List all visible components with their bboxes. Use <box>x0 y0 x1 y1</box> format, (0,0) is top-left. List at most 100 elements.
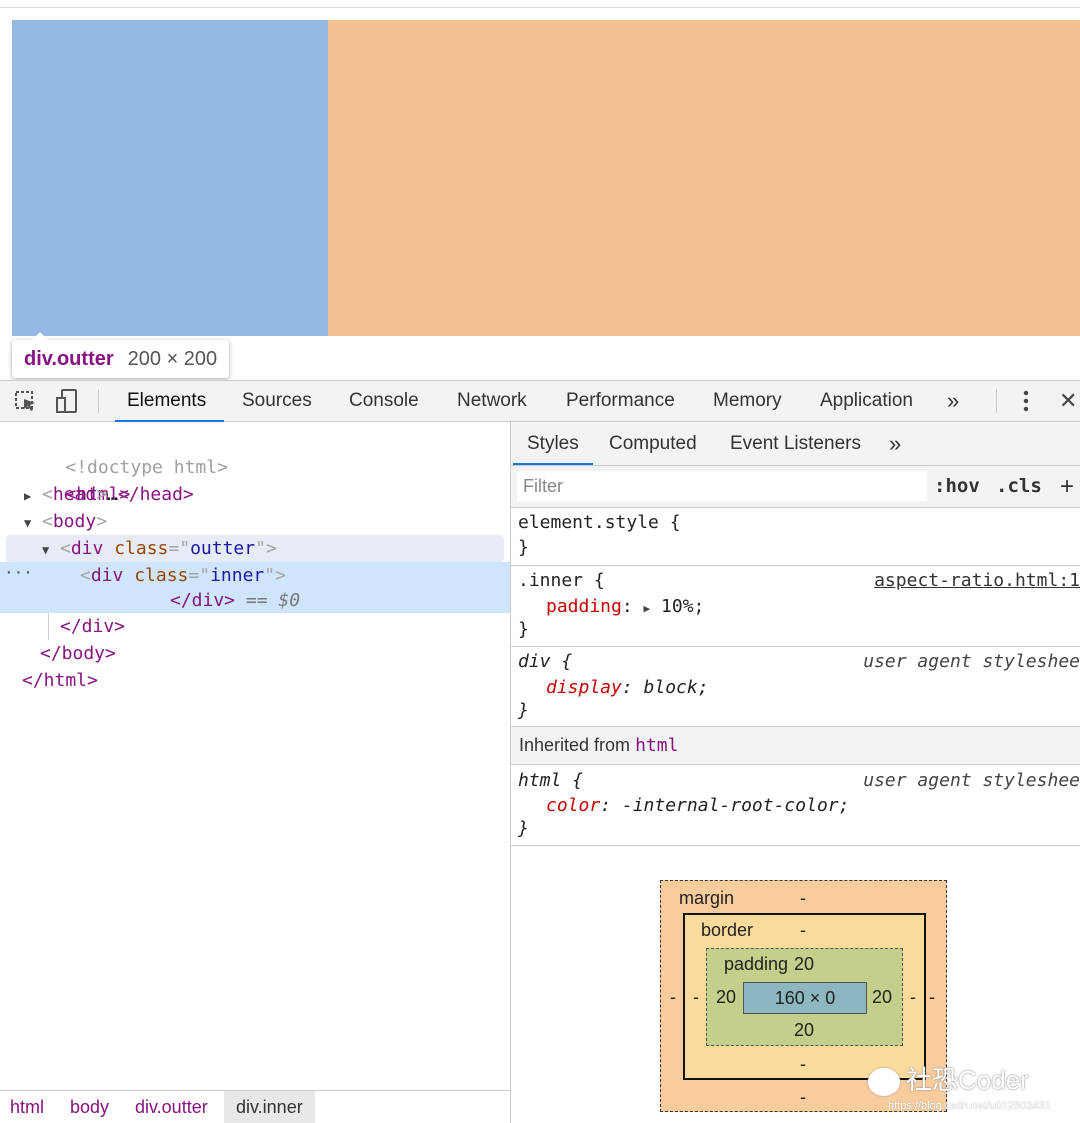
element-tooltip: div.outter 200 × 200 <box>12 332 230 378</box>
tab-sources[interactable]: Sources <box>242 381 312 421</box>
border-right-value[interactable]: - <box>910 987 916 1007</box>
box-model-border[interactable]: border - - - - padding 20 20 20 20 160 ×… <box>683 913 926 1080</box>
tab-event-listeners[interactable]: Event Listeners <box>730 422 861 465</box>
breadcrumb-html[interactable]: html <box>10 1091 44 1123</box>
inner-prop-value[interactable]: 10%; <box>661 596 704 617</box>
tab-network[interactable]: Network <box>457 381 527 421</box>
border-top-value[interactable]: - <box>800 920 806 940</box>
breadcrumb-body[interactable]: body <box>70 1091 109 1123</box>
rule-div-user-agent: div { user agent styleshee display: bloc… <box>511 647 1080 727</box>
inner-prop-name[interactable]: padding <box>546 596 622 617</box>
element-style-close: } <box>518 537 529 558</box>
tab-computed[interactable]: Computed <box>609 422 697 465</box>
dom-node-head[interactable]: ▶ <head>…</head> <box>0 481 534 508</box>
breadcrumb-div-outter[interactable]: div.outter <box>135 1091 208 1123</box>
close-html-tag: </html> <box>22 670 98 691</box>
margin-top-value[interactable]: - <box>800 888 806 908</box>
inner-attr-value: inner <box>210 565 265 586</box>
div-prop-value: block; <box>643 677 709 698</box>
outer-div-padding-highlight <box>328 20 1080 336</box>
watermark: 社恐Coder <box>868 1060 1029 1097</box>
dom-node-close-html[interactable]: </html> <box>0 667 532 694</box>
tooltip-dimensions: 200 × 200 <box>127 347 218 370</box>
tooltip-arrow <box>32 332 48 340</box>
dom-node-div-inner[interactable]: ··· <div class="inner"> </div> == $0 <box>0 562 510 613</box>
dom-node-close-div[interactable]: </div> <box>0 613 570 640</box>
body-tag: body <box>52 511 97 532</box>
html-rule-source: user agent styleshee <box>863 770 1080 791</box>
collapse-triangle-icon-2[interactable]: ▼ <box>42 537 60 564</box>
padding-bottom-value[interactable]: 20 <box>794 1020 814 1040</box>
tab-application[interactable]: Application <box>820 381 913 421</box>
html-rule-selector: html { <box>518 770 584 791</box>
inner-open-line: <div class="inner"> <box>80 565 286 586</box>
dom-node-doctype[interactable]: <!doctype html> <box>0 427 532 478</box>
inner-rule-close: } <box>518 619 529 640</box>
head-ellipsis: … <box>107 484 118 505</box>
html-prop-name: color <box>546 795 601 816</box>
div-rule-source: user agent styleshee <box>863 651 1080 672</box>
dom-tree: <!doctype html> <html> ▶ <head>…</head> ▼… <box>0 422 510 1090</box>
padding-top-value[interactable]: 20 <box>794 954 814 974</box>
element-style-selector[interactable]: element.style { <box>518 510 681 535</box>
head-tag: head <box>52 484 97 505</box>
padding-left-value[interactable]: 20 <box>716 987 736 1007</box>
close-icon[interactable]: ✕ <box>1059 381 1077 421</box>
dom-node-body[interactable]: ▼ <body> <box>0 508 534 535</box>
padding-right-value[interactable]: 20 <box>872 987 892 1007</box>
dom-node-div-outter[interactable]: ▼ <div class="outter"> <box>6 535 504 562</box>
tab-performance[interactable]: Performance <box>566 381 675 421</box>
inherited-tag-link[interactable]: html <box>635 735 678 756</box>
collapse-triangle-icon[interactable]: ▼ <box>24 510 42 537</box>
box-model-content[interactable]: 160 × 0 <box>743 982 867 1014</box>
breadcrumb-div-inner[interactable]: div.inner <box>224 1091 315 1123</box>
margin-bottom-value[interactable]: - <box>800 1087 806 1107</box>
breadcrumb: html body div.outter div.inner <box>0 1090 510 1123</box>
head-close-tag: </head> <box>117 484 194 505</box>
outter-div-tag: div <box>70 538 104 559</box>
more-panes-icon[interactable]: » <box>889 422 901 465</box>
tooltip-selector: div.outter <box>24 347 114 370</box>
rule-html-user-agent: html { user agent styleshee color: -inte… <box>511 765 1080 846</box>
div-rule-close: } <box>518 700 529 721</box>
close-body-tag: </body> <box>40 643 116 664</box>
inner-attr-name: class <box>134 565 189 586</box>
tab-memory[interactable]: Memory <box>713 381 782 421</box>
inner-rule-selector[interactable]: .inner { <box>518 568 605 593</box>
expand-triangle-icon[interactable]: ▶ <box>24 483 42 510</box>
html-prop-value: -internal-root-color; <box>621 795 850 816</box>
expand-value-icon[interactable]: ▶ <box>644 602 651 615</box>
cls-button[interactable]: .cls <box>996 466 1042 507</box>
filter-input[interactable] <box>517 471 927 501</box>
tab-console[interactable]: Console <box>349 381 419 421</box>
kebab-menu-icon[interactable] <box>1014 389 1038 413</box>
more-tabs-icon[interactable]: » <box>947 381 959 421</box>
div-rule-selector: div { <box>518 651 573 672</box>
wechat-logo-icon <box>868 1068 900 1097</box>
html-rule-close: } <box>518 818 529 839</box>
device-toggle-icon[interactable] <box>55 389 79 413</box>
border-left-value[interactable]: - <box>693 987 699 1007</box>
rule-inner: .inner { aspect-ratio.html:1 padding: ▶ … <box>511 566 1080 647</box>
border-label: border <box>701 920 754 940</box>
dom-node-close-body[interactable]: </body> <box>0 640 550 667</box>
add-rule-button[interactable]: + <box>1060 466 1074 507</box>
inner-div-highlight <box>12 20 328 336</box>
border-bottom-value[interactable]: - <box>800 1054 806 1074</box>
rule-element-style: element.style { } <box>511 508 1080 566</box>
toolbar-divider-right <box>996 389 997 413</box>
tab-elements[interactable]: Elements <box>114 381 225 422</box>
tab-styles[interactable]: Styles <box>513 422 593 465</box>
dom-node-html[interactable]: <html> <box>0 454 532 505</box>
div-prop-name: display <box>546 677 622 698</box>
margin-right-value[interactable]: - <box>929 987 935 1007</box>
inherited-label: Inherited from <box>519 735 631 755</box>
inspect-element-icon[interactable] <box>14 389 38 413</box>
box-model-padding[interactable]: padding 20 20 20 20 160 × 0 <box>706 948 903 1046</box>
close-div-tag: </div> <box>60 616 126 637</box>
hov-button[interactable]: :hov <box>934 466 980 507</box>
inner-rule-source-link[interactable]: aspect-ratio.html:1 <box>874 568 1080 593</box>
filter-toolbar: :hov .cls + <box>511 466 1080 508</box>
margin-left-value[interactable]: - <box>670 987 676 1007</box>
outter-attr-value: outter <box>190 538 256 559</box>
